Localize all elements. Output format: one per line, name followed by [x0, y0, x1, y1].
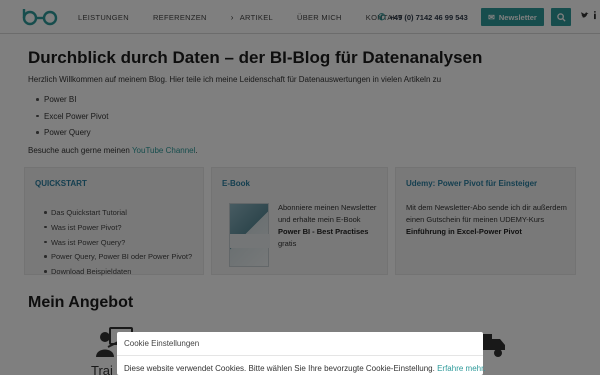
cookie-dialog: Cookie Einstellungen Diese website verwe… — [117, 332, 486, 375]
cookie-dialog-text: Diese website verwendet Cookies. Bitte w… — [124, 364, 486, 373]
learn-more-link[interactable]: Erfahre mehr. — [437, 364, 485, 373]
cookie-dialog-header: Cookie Einstellungen — [117, 332, 483, 356]
modal-overlay[interactable] — [0, 0, 600, 375]
